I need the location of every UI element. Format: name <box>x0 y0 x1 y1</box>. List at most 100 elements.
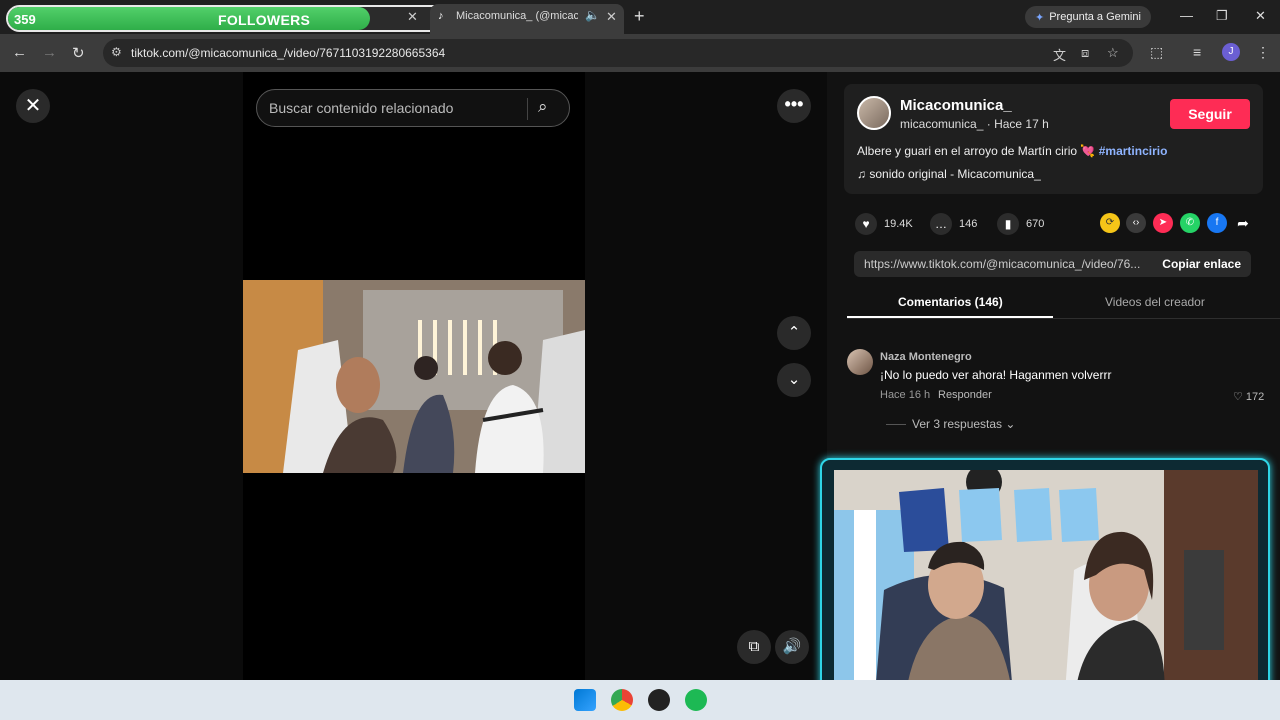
windows-start-icon[interactable] <box>574 689 596 711</box>
volume-button[interactable]: 🔊 <box>775 630 809 664</box>
comment-stat[interactable]: … 146 <box>930 213 977 235</box>
browser-tab-strip: 359 FOLLOWERS 500 ✕ ♪ Micacomunica_ (@mi… <box>0 0 1280 34</box>
copy-link-button[interactable]: Copiar enlace <box>1162 257 1241 271</box>
author-avatar[interactable] <box>857 96 891 130</box>
comment-like-count: 172 <box>1245 391 1265 403</box>
tab-audio-icon[interactable]: 🔈 <box>585 8 600 22</box>
music-title: sonido original - Micacomunica_ <box>869 167 1041 181</box>
translate-icon[interactable]: 文 <box>1053 45 1066 64</box>
chrome-menu-icon[interactable]: ⋮ <box>1256 44 1270 61</box>
obs-taskbar-icon[interactable] <box>648 689 670 711</box>
followers-label: FOLLOWERS <box>218 12 311 28</box>
pip-icon: ⧉ <box>748 638 760 655</box>
comment-avatar[interactable] <box>847 349 873 375</box>
video-caption: Albere y guari en el arroyo de Martín ci… <box>857 144 1167 158</box>
tab-title: Micacomunica_ (@micacomunica_) <box>456 10 578 22</box>
profile-avatar[interactable]: J <box>1222 43 1240 61</box>
facebook-icon[interactable]: f <box>1207 213 1227 233</box>
hashtag-link[interactable]: #martincirio <box>1099 144 1168 158</box>
reload-icon[interactable]: ↻ <box>72 44 85 62</box>
author-name[interactable]: Micacomunica_ <box>900 97 1012 114</box>
comment-icon: … <box>930 213 952 235</box>
whatsapp-icon[interactable]: ✆ <box>1180 213 1200 233</box>
caption-text: Albere y guari en el arroyo de Martín ci… <box>857 144 1096 158</box>
comment-text: ¡No lo puedo ver ahora! Haganmen volverr… <box>880 368 1112 382</box>
more-options-button[interactable]: ••• <box>777 89 811 123</box>
webcam-image <box>834 470 1258 706</box>
author-subline: micacomunica_ · Hace 17 h <box>900 117 1049 131</box>
bookmark-icon: ▮ <box>997 213 1019 235</box>
like-count: 19.4K <box>884 218 913 230</box>
save-stat[interactable]: ▮ 670 <box>997 213 1044 235</box>
related-search-box[interactable]: Buscar contenido relacionado ⌕ <box>256 89 570 127</box>
tabs-divider <box>847 318 1280 319</box>
followers-progress-fill <box>8 7 370 30</box>
search-input[interactable]: Buscar contenido relacionado <box>269 100 453 116</box>
gemini-button[interactable]: ✦ Pregunta a Gemini <box>1025 6 1151 28</box>
url-text[interactable]: tiktok.com/@micacomunica_/video/76711031… <box>131 46 445 60</box>
reply-button[interactable]: Responder <box>938 389 992 401</box>
minimize-icon[interactable]: — <box>1180 8 1193 23</box>
browser-toolbar: ← → ↻ ⚙ tiktok.com/@micacomunica_/video/… <box>0 34 1280 72</box>
music-row[interactable]: ♫ sonido original - Micacomunica_ <box>857 167 1041 181</box>
active-tab-indicator <box>847 316 1053 318</box>
bookmark-star-icon[interactable]: ☆ <box>1107 45 1119 61</box>
video-link[interactable]: https://www.tiktok.com/@micacomunica_/vi… <box>864 257 1148 271</box>
maximize-icon[interactable]: ❐ <box>1216 8 1228 24</box>
search-icon[interactable]: ⌕ <box>538 97 548 117</box>
close-active-tab-icon[interactable]: ✕ <box>606 9 617 25</box>
follow-button[interactable]: Seguir <box>1170 99 1250 129</box>
window-close-icon[interactable]: ✕ <box>1255 8 1266 24</box>
comment-like[interactable]: ♡ 172 <box>1233 390 1264 403</box>
volume-icon: 🔊 <box>782 638 802 655</box>
view-replies-label: Ver 3 respuestas <box>912 417 1003 431</box>
windows-taskbar <box>0 680 1280 720</box>
site-info-icon[interactable]: ⚙ <box>111 45 122 59</box>
previous-video-button[interactable]: ⌃ <box>777 316 811 350</box>
extensions-icon[interactable]: ⬚ <box>1150 44 1163 61</box>
view-replies-button[interactable]: Ver 3 respuestas ⌄ <box>912 417 1015 431</box>
webcam-overlay <box>820 458 1270 716</box>
replies-line <box>886 424 906 425</box>
close-tab-icon[interactable]: ✕ <box>407 9 418 25</box>
tiktok-favicon-icon: ♪ <box>438 10 444 22</box>
link-row: https://www.tiktok.com/@micacomunica_/vi… <box>854 251 1251 277</box>
forward-icon[interactable]: → <box>42 44 57 61</box>
close-viewer-button[interactable]: ✕ <box>16 89 50 123</box>
new-tab-button[interactable]: + <box>634 6 645 27</box>
send-icon[interactable]: ➤ <box>1153 213 1173 233</box>
comment-time: Hace 16 h <box>880 389 931 401</box>
author-handle: micacomunica_ <box>900 117 984 131</box>
music-note-icon: ♫ <box>857 167 870 181</box>
address-bar[interactable]: ⚙ tiktok.com/@micacomunica_/video/767110… <box>103 39 1133 67</box>
chevron-up-icon: ⌃ <box>787 324 801 341</box>
back-icon[interactable]: ← <box>12 44 27 61</box>
tab-comments[interactable]: Comentarios (146) <box>898 295 1003 309</box>
like-stat[interactable]: ♥ 19.4K <box>855 213 913 235</box>
video-frame-image <box>243 280 585 473</box>
webcam-feed <box>834 470 1258 706</box>
gemini-icon: ✦ <box>1035 11 1045 24</box>
followers-count: 359 <box>14 12 36 27</box>
share-more-icon[interactable]: ➦ <box>1233 213 1253 233</box>
embed-icon[interactable]: ‹› <box>1126 213 1146 233</box>
post-time: Hace 17 h <box>994 117 1049 131</box>
repost-icon[interactable]: ⟳ <box>1100 213 1120 233</box>
chevron-down-small-icon: ⌄ <box>1005 417 1016 431</box>
search-divider <box>527 98 528 120</box>
heart-icon: ♥ <box>855 213 877 235</box>
picture-in-picture-button[interactable]: ⧉ <box>737 630 771 664</box>
save-count: 670 <box>1026 218 1045 230</box>
install-app-icon[interactable]: ⧈ <box>1081 45 1089 61</box>
comment-count: 146 <box>959 218 978 230</box>
chrome-taskbar-icon[interactable] <box>611 689 633 711</box>
next-video-button[interactable]: ⌄ <box>777 363 811 397</box>
comment-author[interactable]: Naza Montenegro <box>880 351 972 363</box>
media-control-icon[interactable]: ≡ <box>1193 44 1201 60</box>
gemini-label: Pregunta a Gemini <box>1049 11 1141 23</box>
heart-outline-icon: ♡ <box>1233 391 1246 403</box>
spotify-taskbar-icon[interactable] <box>685 689 707 711</box>
tab-creator-videos[interactable]: Videos del creador <box>1105 295 1205 309</box>
chevron-down-icon: ⌄ <box>787 371 801 388</box>
video-player[interactable] <box>243 280 585 473</box>
